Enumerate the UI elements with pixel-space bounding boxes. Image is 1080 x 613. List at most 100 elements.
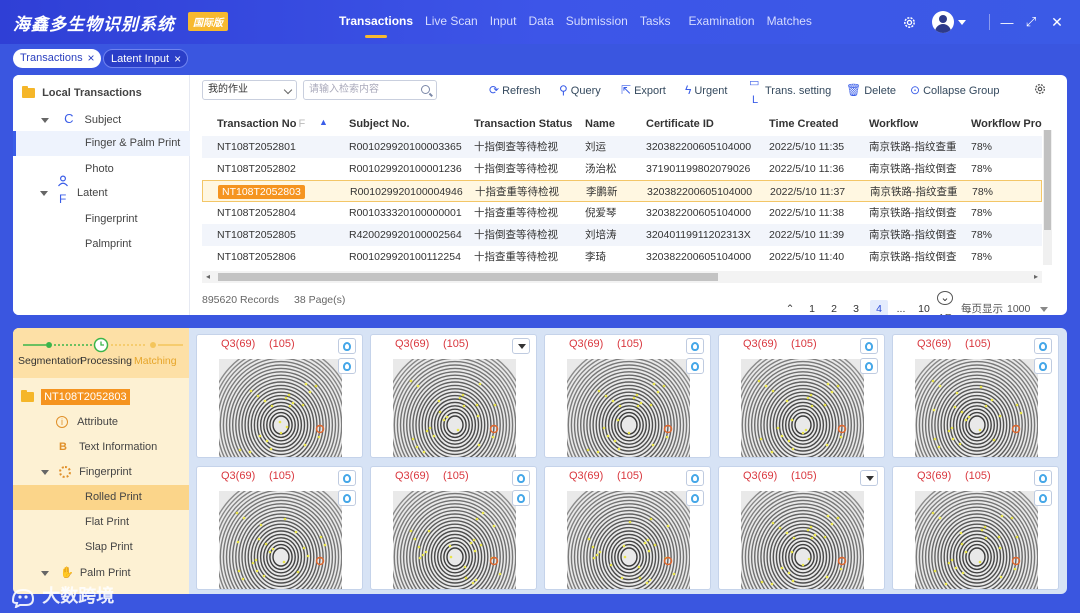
refresh-button[interactable]: ⟳ Refresh: [489, 82, 541, 98]
page-4[interactable]: 4: [870, 300, 888, 315]
sort-arrows-icon[interactable]: ▲: [319, 117, 328, 127]
expand-triangle-icon[interactable]: [41, 117, 49, 123]
scroll-thumb[interactable]: [1044, 130, 1051, 230]
page-1[interactable]: 1: [804, 300, 820, 315]
nav-matches[interactable]: Matches: [761, 0, 818, 44]
minimize-icon[interactable]: —: [999, 0, 1015, 44]
close-tab-icon[interactable]: ×: [174, 50, 181, 69]
urgent-button[interactable]: ϟ Urgent: [685, 82, 727, 98]
fingerprint-tool-icon[interactable]: [860, 338, 878, 354]
tree-local-transactions[interactable]: Local Transactions: [13, 81, 190, 106]
col-certificate-id[interactable]: Certificate ID: [646, 113, 714, 135]
tree-finger-palm-print[interactable]: Finger & Palm Print: [13, 131, 190, 156]
nav-submission[interactable]: Submission: [560, 0, 634, 44]
fingerprint-tool-icon[interactable]: [686, 338, 704, 354]
settings-gear-icon[interactable]: [898, 0, 920, 44]
table-row[interactable]: NT108T2052804 R001033320100000001 十指查重等待检视…: [202, 202, 1042, 224]
scroll-right-icon[interactable]: ▸: [1034, 272, 1038, 281]
fingerprint-card[interactable]: Q3(69) (105): [544, 466, 711, 590]
scroll-left-icon[interactable]: ◂: [206, 272, 210, 281]
fingerprint-tool-icon[interactable]: [338, 338, 356, 354]
horizontal-scrollbar[interactable]: ◂ ▸: [202, 271, 1042, 283]
next-page-icon[interactable]: ⌄: [937, 291, 953, 305]
fingerprint-tool-icon[interactable]: [512, 490, 530, 506]
expand-triangle-icon[interactable]: [41, 570, 49, 576]
card-menu-chevron-down-icon[interactable]: [860, 470, 878, 486]
col-subject-no[interactable]: Subject No.: [349, 113, 410, 135]
fingerprint-tool-icon[interactable]: [338, 490, 356, 506]
export-button[interactable]: ⇱ Export: [621, 82, 666, 98]
close-tab-icon[interactable]: ×: [88, 49, 95, 68]
col-workflow[interactable]: Workflow: [869, 113, 918, 135]
fingerprint-card[interactable]: Q3(69) (105): [892, 334, 1059, 458]
tree-fingerprint[interactable]: Fingerprint: [13, 207, 190, 232]
detail-attribute[interactable]: i Attribute: [13, 410, 189, 435]
fingerprint-tool-icon[interactable]: [686, 358, 704, 374]
tree-subject[interactable]: C Subject: [13, 106, 190, 131]
job-select[interactable]: 我的作业: [202, 80, 297, 100]
vertical-scrollbar[interactable]: [1043, 130, 1052, 265]
detail-case-node[interactable]: NT108T2052803: [13, 385, 189, 410]
collapse-group-button[interactable]: ⊙ Collapse Group: [910, 82, 1000, 98]
table-row[interactable]: NT108T2052805 R420029920100002564 十指倒查等待检视…: [202, 224, 1042, 246]
detail-flat-print[interactable]: Flat Print: [13, 510, 189, 535]
user-menu-chevron-down-icon[interactable]: [956, 0, 968, 44]
expand-triangle-icon[interactable]: [40, 191, 48, 196]
scroll-thumb[interactable]: [218, 273, 718, 281]
fingerprint-card[interactable]: Q3(69) (105): [718, 334, 885, 458]
detail-rolled-print[interactable]: Rolled Print: [13, 485, 189, 510]
search-icon[interactable]: [421, 85, 430, 94]
fingerprint-tool-icon[interactable]: [686, 490, 704, 506]
col-transaction-status[interactable]: Transaction Status: [474, 113, 572, 135]
nav-transactions[interactable]: Transactions: [333, 0, 419, 44]
col-workflow-progress[interactable]: Workflow Pro: [971, 113, 1042, 135]
page-2[interactable]: 2: [826, 300, 842, 315]
fingerprint-card[interactable]: Q3(69) (105): [196, 334, 363, 458]
nav-data[interactable]: Data: [522, 0, 559, 44]
col-transaction-no[interactable]: Transaction No F: [217, 113, 321, 135]
col-name[interactable]: Name: [585, 113, 615, 135]
fingerprint-tool-icon[interactable]: [1034, 470, 1052, 486]
tab-latent-input[interactable]: Latent Input ×: [103, 49, 189, 69]
fingerprint-tool-icon[interactable]: [686, 470, 704, 486]
fingerprint-card[interactable]: Q3(69) (105): [718, 466, 885, 590]
col-time-created[interactable]: Time Created: [769, 113, 839, 135]
table-row[interactable]: NT108T2052802 R001029920100001236 十指倒查等待检视…: [202, 158, 1042, 180]
nav-tasks[interactable]: Tasks: [634, 0, 677, 44]
fingerprint-card[interactable]: Q3(69) (105): [370, 466, 537, 590]
card-menu-chevron-down-icon[interactable]: [512, 338, 530, 354]
query-button[interactable]: ⚲ Query: [559, 82, 601, 98]
page-3[interactable]: 3: [848, 300, 864, 315]
fingerprint-tool-icon[interactable]: [512, 470, 530, 486]
expand-triangle-icon[interactable]: [41, 469, 49, 475]
maximize-icon[interactable]: ⤢: [1022, 0, 1040, 44]
close-icon[interactable]: ✕: [1048, 0, 1066, 44]
detail-slap-print[interactable]: Slap Print: [13, 535, 189, 560]
sort-filter-icon[interactable]: F: [298, 118, 305, 130]
prev-page-icon[interactable]: ⌃: [783, 300, 797, 315]
table-row[interactable]: NT108T2052801 R001029920100003365 十指倒查等待检视…: [202, 136, 1042, 158]
detail-fingerprint[interactable]: Fingerprint: [13, 460, 189, 485]
delete-button[interactable]: 🗑 Delete: [846, 82, 896, 98]
table-row[interactable]: NT108T2052806 R001029920100112254 十指查重等待检视…: [202, 246, 1042, 268]
table-row[interactable]: NT108T2052803 R001029920100004946 十指查重等待检视…: [202, 180, 1042, 202]
fingerprint-tool-icon[interactable]: [860, 358, 878, 374]
page-10[interactable]: 10: [915, 300, 933, 315]
fingerprint-tool-icon[interactable]: [1034, 358, 1052, 374]
per-page-select[interactable]: 1000: [1007, 300, 1057, 315]
nav-input[interactable]: Input: [484, 0, 523, 44]
tab-transactions[interactable]: Transactions ×: [13, 49, 101, 68]
fingerprint-tool-icon[interactable]: [338, 470, 356, 486]
table-settings-gear-icon[interactable]: [1033, 82, 1047, 98]
tree-palmprint[interactable]: Palmprint: [13, 232, 190, 257]
fingerprint-tool-icon[interactable]: [1034, 338, 1052, 354]
fingerprint-card[interactable]: Q3(69) (105): [196, 466, 363, 590]
search-input[interactable]: 请输入检索内容: [303, 80, 437, 100]
fingerprint-tool-icon[interactable]: [338, 358, 356, 374]
fingerprint-tool-icon[interactable]: [1034, 490, 1052, 506]
nav-live-scan[interactable]: Live Scan: [419, 0, 484, 44]
nav-examination[interactable]: Examination: [683, 0, 761, 44]
fingerprint-card[interactable]: Q3(69) (105): [370, 334, 537, 458]
fingerprint-card[interactable]: Q3(69) (105): [544, 334, 711, 458]
user-avatar[interactable]: [931, 0, 955, 44]
